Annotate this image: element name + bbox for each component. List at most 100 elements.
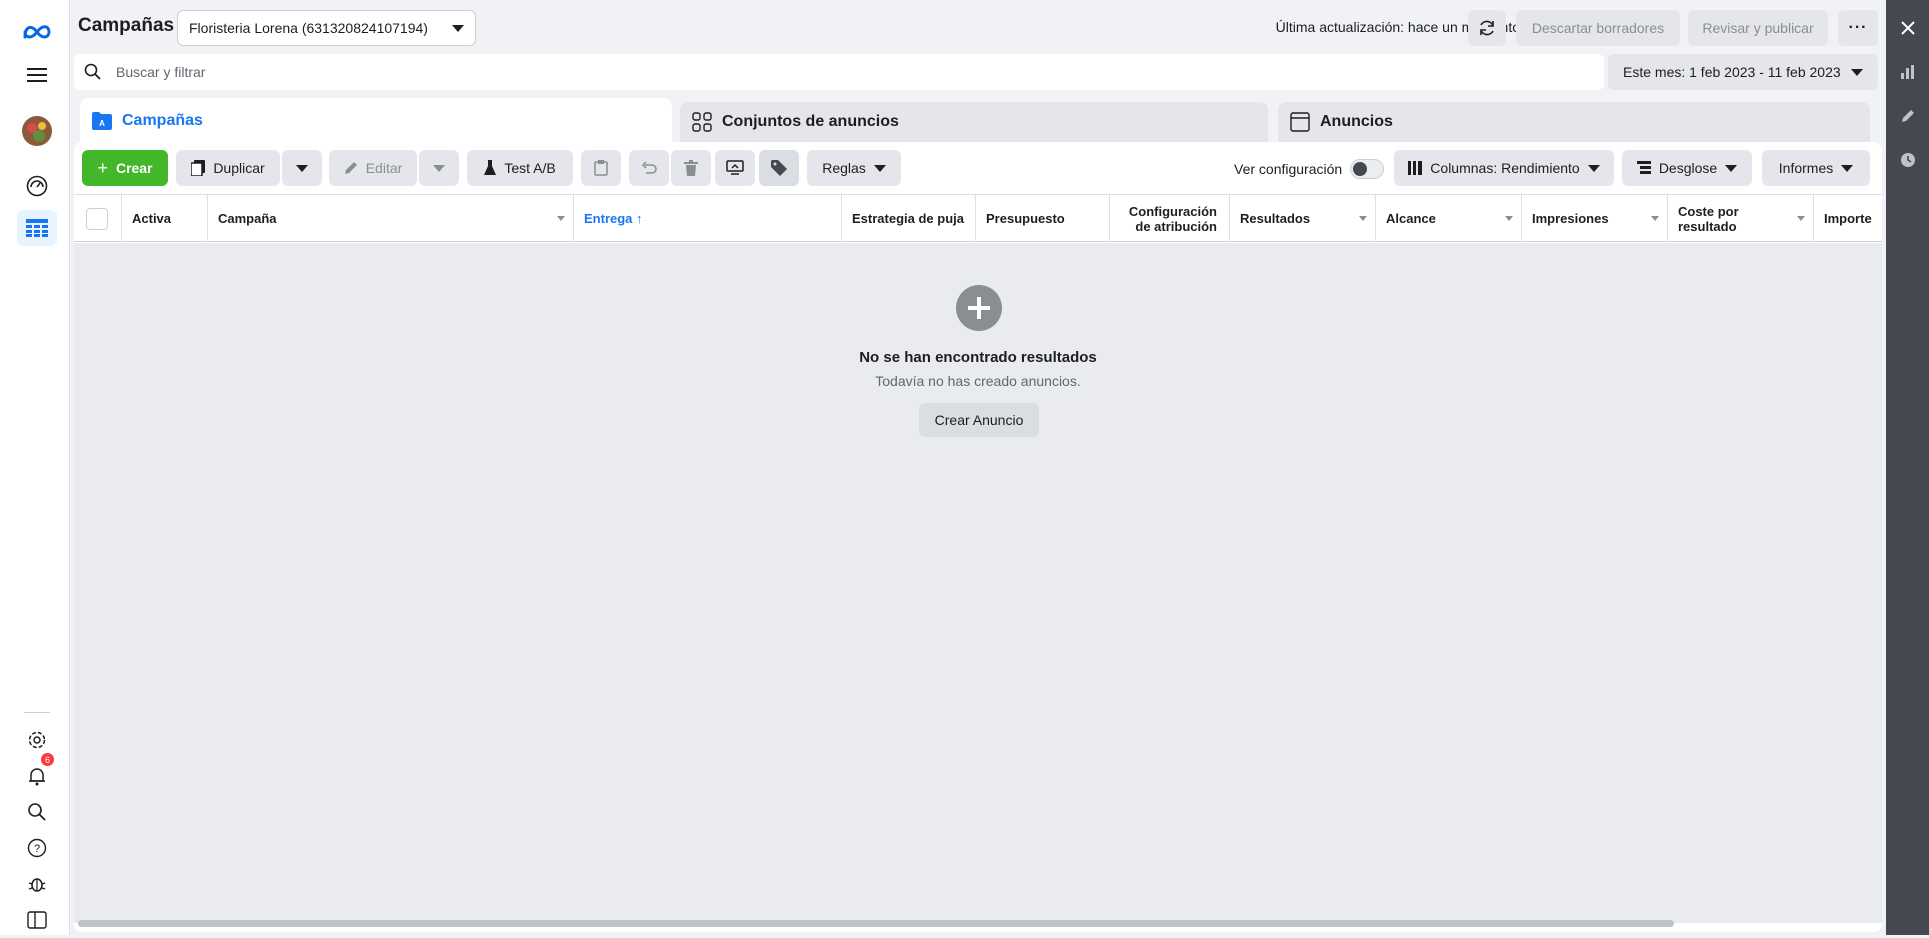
ads-manager-icon[interactable] — [17, 210, 57, 246]
column-label: Resultados — [1240, 211, 1311, 226]
ellipsis-icon: ··· — [1848, 19, 1868, 36]
create-label: Crear — [115, 160, 153, 176]
column-label: Campaña — [218, 211, 277, 226]
refresh-button[interactable] — [1468, 10, 1506, 46]
sort-caret-icon — [1505, 216, 1513, 221]
chevron-down-icon — [433, 164, 445, 172]
pencil-icon[interactable] — [1886, 98, 1929, 134]
menu-icon[interactable] — [17, 57, 57, 93]
column-label: Impresiones — [1532, 211, 1609, 226]
more-options-button[interactable]: ··· — [1838, 10, 1878, 46]
chevron-down-icon — [1587, 164, 1600, 172]
nav-divider — [24, 712, 50, 713]
top-bar: Campañas Floristeria Lorena (63132082410… — [70, 0, 1886, 54]
tab-ads[interactable]: Anuncios — [1278, 102, 1870, 142]
chevron-down-icon — [1841, 164, 1854, 172]
sort-caret-icon — [1651, 216, 1659, 221]
reports-label: Informes — [1778, 160, 1834, 176]
main-area: Campañas Floristeria Lorena (63132082410… — [70, 0, 1886, 935]
columns-label: Columnas: Rendimiento — [1430, 160, 1580, 176]
search-icon — [84, 63, 101, 80]
column-label: Alcance — [1386, 211, 1436, 226]
empty-state-title: No se han encontrado resultados — [859, 349, 1097, 366]
chevron-down-icon — [1850, 68, 1863, 76]
avatar[interactable] — [17, 113, 57, 149]
breakdown-label: Desglose — [1658, 160, 1718, 176]
close-icon[interactable] — [1886, 10, 1929, 46]
search-row: Buscar y filtrar Este mes: 1 feb 2023 - … — [74, 54, 1882, 90]
undo-button[interactable] — [629, 150, 669, 186]
search-placeholder: Buscar y filtrar — [116, 64, 206, 80]
discard-drafts-button[interactable]: Descartar borradores — [1516, 10, 1680, 46]
toggle-knob — [1353, 162, 1367, 176]
tab-ad-sets[interactable]: Conjuntos de anuncios — [680, 102, 1268, 142]
meta-logo-icon[interactable] — [17, 14, 57, 50]
chart-icon[interactable] — [1886, 54, 1929, 90]
search-icon[interactable] — [17, 794, 57, 830]
sort-caret-icon — [1797, 216, 1805, 221]
chevron-down-icon — [296, 164, 308, 172]
tab-label: Anuncios — [1320, 113, 1393, 130]
edit-button[interactable]: Editar — [329, 150, 417, 186]
edit-dropdown[interactable] — [419, 150, 459, 186]
left-nav: 6 ? — [0, 0, 70, 935]
ad-icon — [1290, 112, 1310, 132]
ab-test-button[interactable]: Test A/B — [467, 150, 573, 186]
history-icon[interactable] — [1886, 142, 1929, 178]
column-header-amount[interactable]: Importe — [1814, 195, 1882, 242]
help-icon[interactable]: ? — [17, 830, 57, 866]
create-button[interactable]: + Crear — [82, 150, 168, 186]
notifications-icon[interactable]: 6 — [17, 753, 57, 794]
columns-button[interactable]: Columnas: Rendimiento — [1394, 150, 1614, 186]
reports-button[interactable]: Informes — [1762, 150, 1870, 186]
paste-button[interactable] — [581, 150, 621, 186]
add-circle-icon — [956, 285, 1002, 331]
select-all-checkbox[interactable] — [86, 207, 108, 230]
bug-report-icon[interactable] — [17, 866, 57, 902]
tag-button[interactable] — [759, 150, 799, 186]
dashboard-icon[interactable] — [17, 168, 57, 204]
account-name: Floristeria Lorena (631320824107194) — [189, 20, 428, 36]
delete-button[interactable] — [671, 150, 711, 186]
column-header-campaign[interactable]: Campaña — [208, 195, 574, 242]
tab-campaigns[interactable]: A Campañas — [80, 98, 672, 144]
campaigns-panel: + Crear Duplicar Editar Test A/B Reglas … — [74, 142, 1882, 932]
column-header-reach[interactable]: Alcance — [1376, 195, 1522, 242]
review-publish-button[interactable]: Revisar y publicar — [1688, 10, 1828, 46]
duplicate-dropdown[interactable] — [282, 150, 322, 186]
side-panel-toggle-icon[interactable] — [17, 902, 57, 938]
view-config-toggle[interactable] — [1350, 159, 1384, 179]
search-input[interactable]: Buscar y filtrar — [74, 54, 1604, 90]
column-header-delivery[interactable]: Entrega ↑ — [574, 195, 842, 242]
ab-test-label: Test A/B — [504, 160, 556, 176]
notification-badge: 6 — [41, 753, 54, 766]
duplicate-button[interactable]: Duplicar — [176, 150, 280, 186]
duplicate-icon — [191, 160, 206, 176]
sort-caret-icon — [1359, 216, 1367, 221]
tag-icon — [771, 160, 787, 176]
tab-label: Campañas — [122, 112, 203, 129]
horizontal-scrollbar[interactable] — [78, 920, 1674, 927]
columns-icon — [1408, 161, 1423, 175]
trash-icon — [684, 160, 698, 176]
account-selector[interactable]: Floristeria Lorena (631320824107194) — [177, 10, 476, 46]
column-header-bid-strategy[interactable]: Estrategia de puja — [842, 195, 976, 242]
refresh-icon — [1480, 20, 1494, 36]
toolbar: + Crear Duplicar Editar Test A/B Reglas … — [74, 142, 1882, 194]
rules-button[interactable]: Reglas — [807, 150, 901, 186]
date-range-picker[interactable]: Este mes: 1 feb 2023 - 11 feb 2023 — [1608, 54, 1878, 90]
column-header-active[interactable]: Activa — [122, 195, 208, 242]
edit-label: Editar — [365, 160, 403, 176]
settings-icon[interactable] — [17, 722, 57, 758]
export-button[interactable] — [715, 150, 755, 186]
pencil-icon — [344, 162, 357, 174]
sort-caret-icon — [557, 216, 565, 221]
column-header-results[interactable]: Resultados — [1230, 195, 1376, 242]
breakdown-button[interactable]: Desglose — [1622, 150, 1752, 186]
column-header-attribution[interactable]: Configuración de atribución — [1110, 195, 1230, 242]
breakdown-icon — [1636, 161, 1651, 174]
column-header-impressions[interactable]: Impresiones — [1522, 195, 1668, 242]
create-ad-button[interactable]: Crear Anuncio — [919, 403, 1039, 437]
column-header-cost-per-result[interactable]: Coste por resultado — [1668, 195, 1814, 242]
column-header-budget[interactable]: Presupuesto — [976, 195, 1110, 242]
